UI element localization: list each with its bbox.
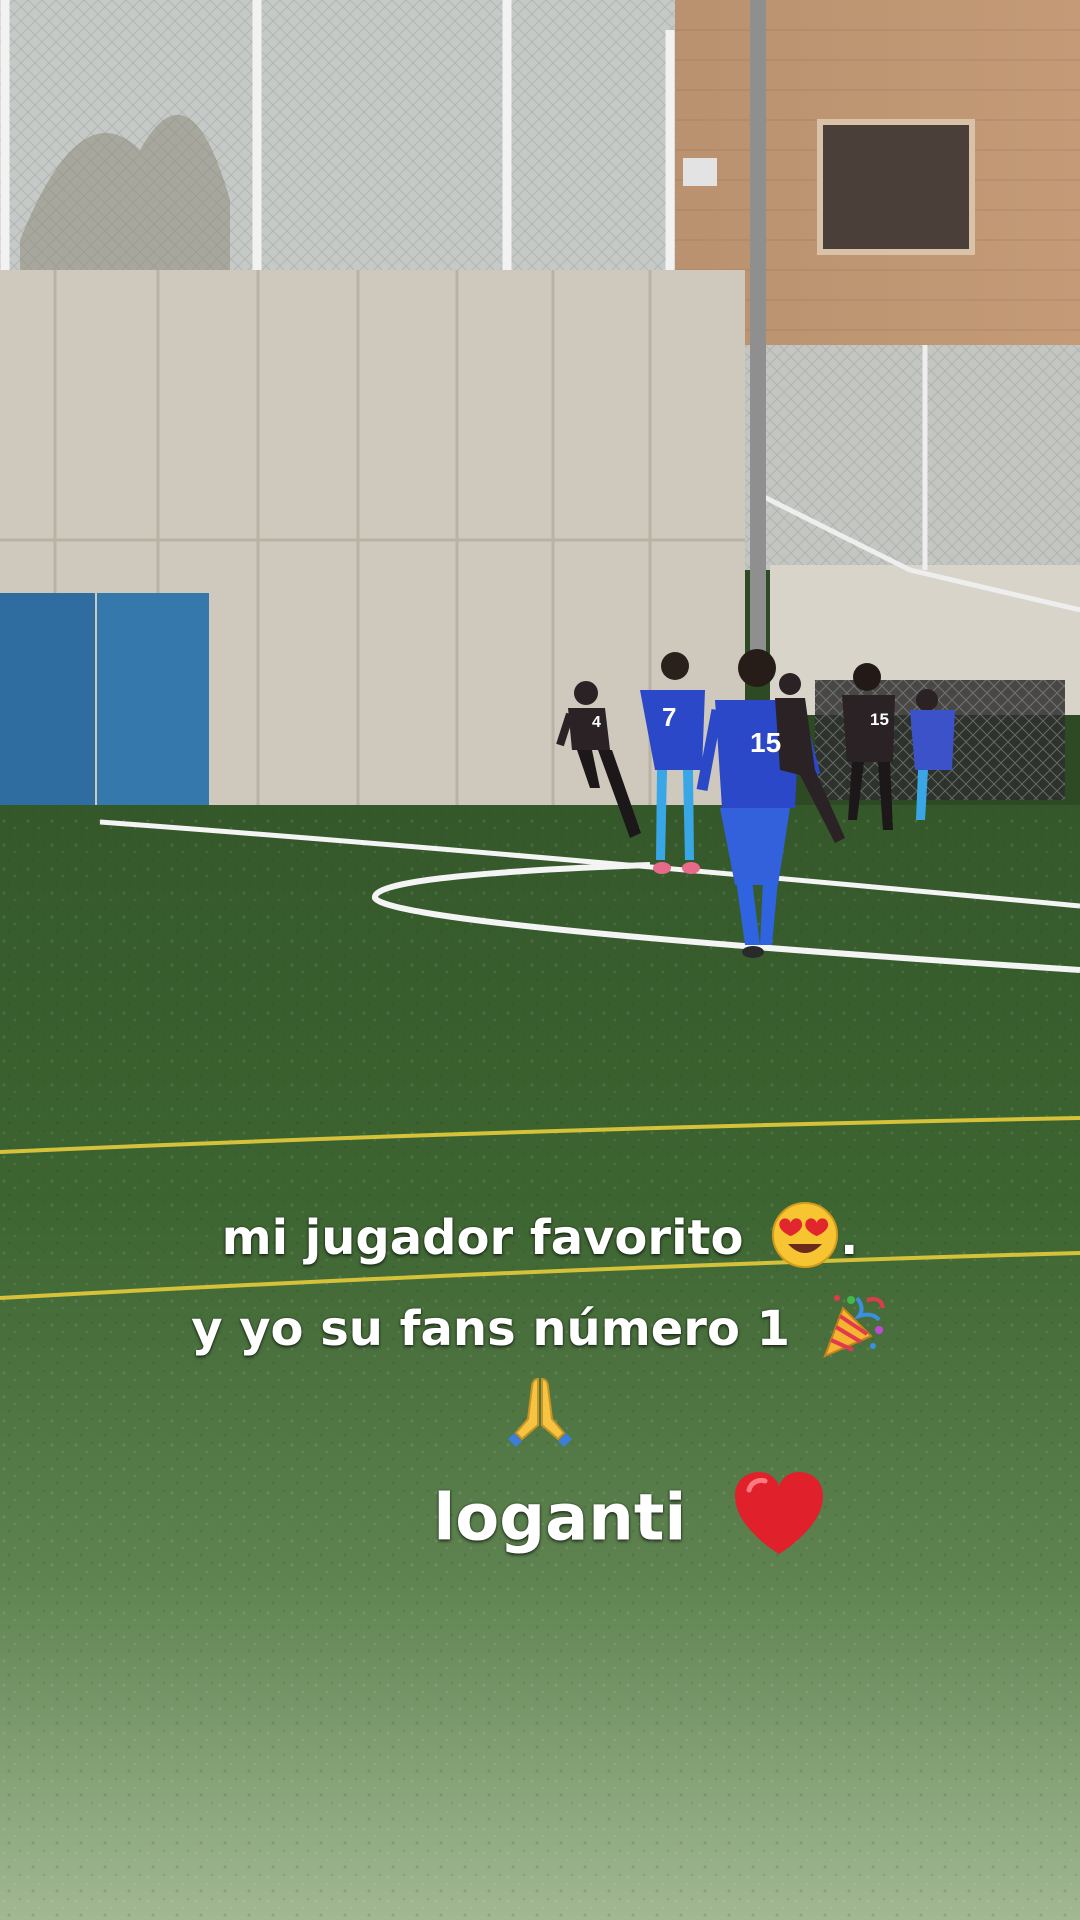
jersey-number-15-dark: 15 [870, 710, 889, 729]
blue-padding-left [0, 593, 95, 808]
building-window [817, 119, 975, 255]
football-pitch-scene [0, 0, 1080, 1920]
party-popper-emoji-icon [817, 1290, 889, 1374]
caption-line-4: loganti [90, 1470, 1080, 1574]
caption-line-1-suffix: . [840, 1210, 859, 1266]
blue-padding-right [97, 593, 209, 808]
jersey-number-4: 4 [592, 714, 601, 731]
heart-eyes-emoji-icon [770, 1200, 840, 1282]
caption-line-1-text: mi jugador favorito [221, 1210, 744, 1266]
jersey-number-7: 7 [662, 702, 677, 732]
jersey-number-15-blue: 15 [750, 727, 782, 758]
video-frame: 7 15 4 15 mi jugador favorito . y yo su … [0, 0, 1080, 1920]
wall-lamp [683, 158, 717, 186]
caption-line-1: mi jugador favorito . [0, 1200, 1080, 1282]
light-pole [750, 0, 766, 660]
caption-line-2: y yo su fans número 1 [0, 1290, 1080, 1374]
caption-line-3 [0, 1375, 1080, 1467]
red-heart-emoji-icon [731, 1470, 827, 1574]
praying-hands-emoji-icon [508, 1375, 572, 1467]
caption-line-4-text: loganti [433, 1481, 687, 1556]
caption-line-2-text: y yo su fans número 1 [191, 1301, 791, 1357]
